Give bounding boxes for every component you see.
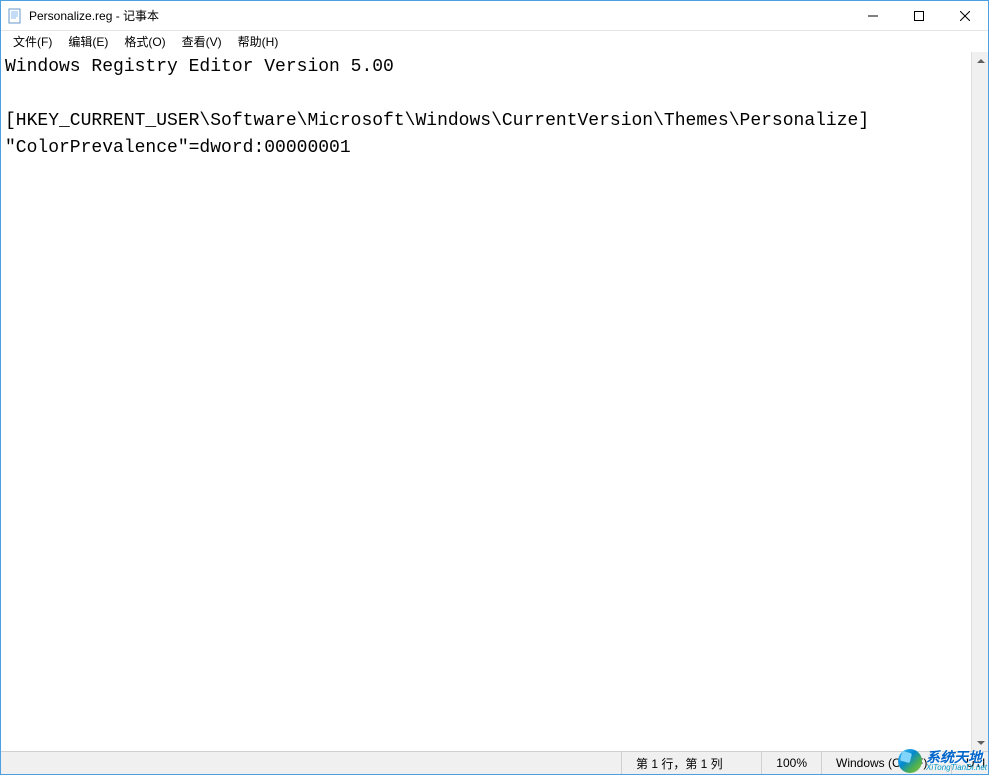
status-line-ending: Windows (CRLF)	[822, 752, 952, 774]
close-button[interactable]	[942, 1, 988, 30]
status-zoom: 100%	[762, 752, 822, 774]
status-position: 第 1 行，第 1 列	[622, 752, 762, 774]
maximize-button[interactable]	[896, 1, 942, 30]
scroll-up-icon[interactable]	[972, 52, 988, 69]
titlebar: Personalize.reg - 记事本	[1, 1, 988, 31]
scroll-track[interactable]	[972, 69, 988, 734]
text-editor[interactable]: Windows Registry Editor Version 5.00 [HK…	[1, 52, 971, 751]
minimize-button[interactable]	[850, 1, 896, 30]
vertical-scrollbar[interactable]	[971, 52, 988, 751]
menu-file[interactable]: 文件(F)	[5, 31, 60, 52]
editor-wrapper: Windows Registry Editor Version 5.00 [HK…	[1, 52, 988, 751]
notepad-icon	[7, 8, 23, 24]
status-encoding: UTI	[952, 752, 988, 774]
status-spacer	[1, 752, 622, 774]
window-controls	[850, 1, 988, 30]
menubar: 文件(F) 编辑(E) 格式(O) 查看(V) 帮助(H)	[1, 31, 988, 52]
menu-format[interactable]: 格式(O)	[116, 31, 173, 52]
menu-view[interactable]: 查看(V)	[174, 31, 230, 52]
statusbar: 第 1 行，第 1 列 100% Windows (CRLF) UTI	[1, 751, 988, 774]
window-title: Personalize.reg - 记事本	[29, 7, 850, 24]
menu-edit[interactable]: 编辑(E)	[60, 31, 116, 52]
scroll-down-icon[interactable]	[972, 734, 988, 751]
menu-help[interactable]: 帮助(H)	[230, 31, 287, 52]
